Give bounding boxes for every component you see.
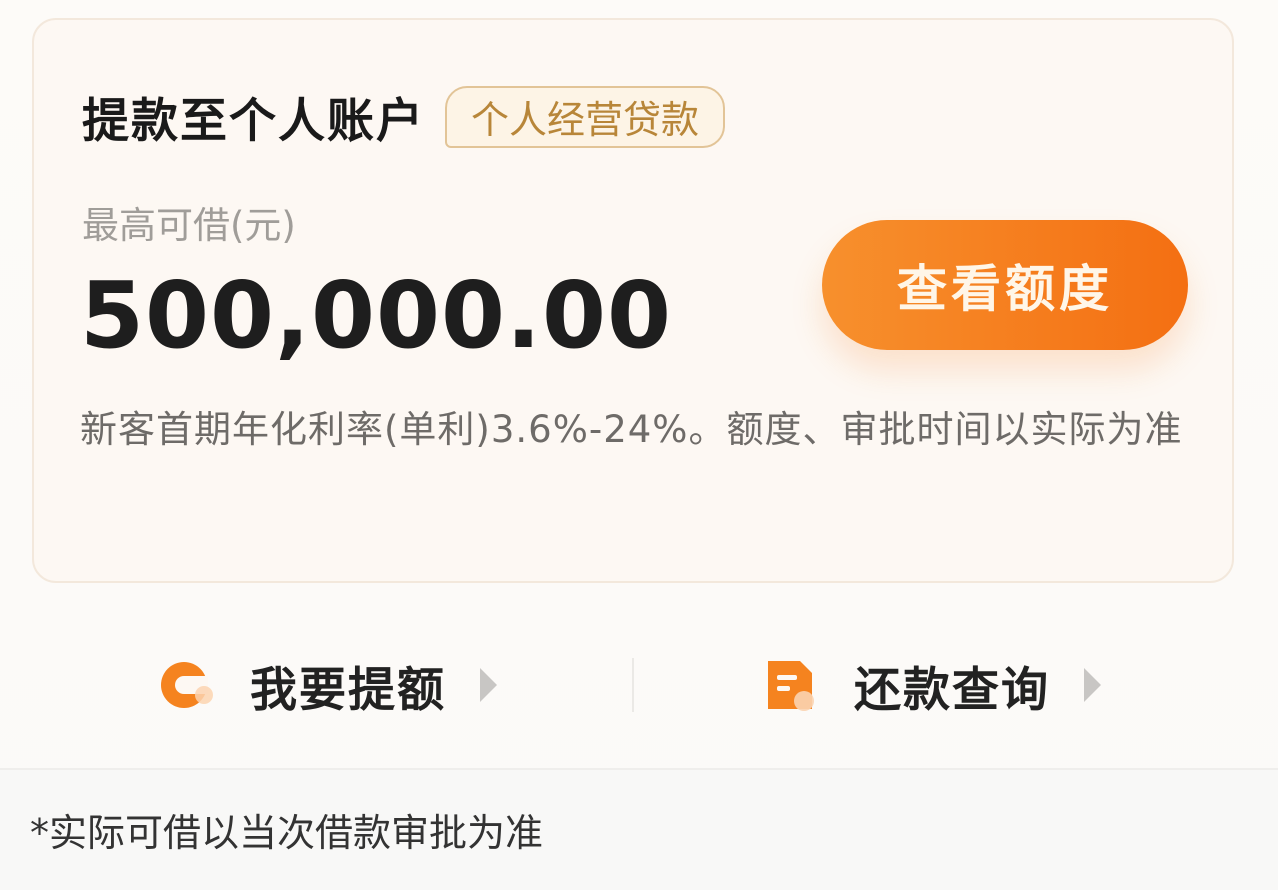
chevron-right-icon	[1084, 668, 1101, 702]
loan-card-header: 提款至个人账户 个人经营贷款	[82, 82, 726, 151]
footer-disclaimer: *实际可借以当次借款审批为准	[30, 811, 544, 855]
coin-icon	[158, 657, 214, 713]
loan-type-tag: 个人经营贷款	[445, 85, 726, 148]
document-icon	[762, 657, 818, 713]
max-amount-value: 500,000.00	[80, 262, 673, 369]
repayment-query-label: 还款查询	[854, 662, 1050, 718]
view-limit-button[interactable]: 查看额度	[822, 220, 1188, 350]
increase-limit-action[interactable]: 我要提额	[158, 610, 497, 760]
repayment-query-action[interactable]: 还款查询	[762, 610, 1101, 760]
page: 提款至个人账户 个人经营贷款 最高可借(元) 500,000.00 查看额度 新…	[0, 0, 1278, 890]
interest-rate-note: 新客首期年化利率(单利)3.6%-24%。额度、审批时间以实际为准	[80, 408, 1183, 451]
actions-divider	[632, 658, 634, 712]
loan-card-title: 提款至个人账户	[82, 94, 425, 149]
quick-actions-row: 我要提额 还款查询	[0, 610, 1278, 760]
chevron-right-icon	[480, 668, 497, 702]
loan-card: 提款至个人账户 个人经营贷款 最高可借(元) 500,000.00 查看额度 新…	[32, 18, 1234, 583]
increase-limit-label: 我要提额	[250, 662, 446, 718]
max-amount-label: 最高可借(元)	[82, 204, 296, 247]
